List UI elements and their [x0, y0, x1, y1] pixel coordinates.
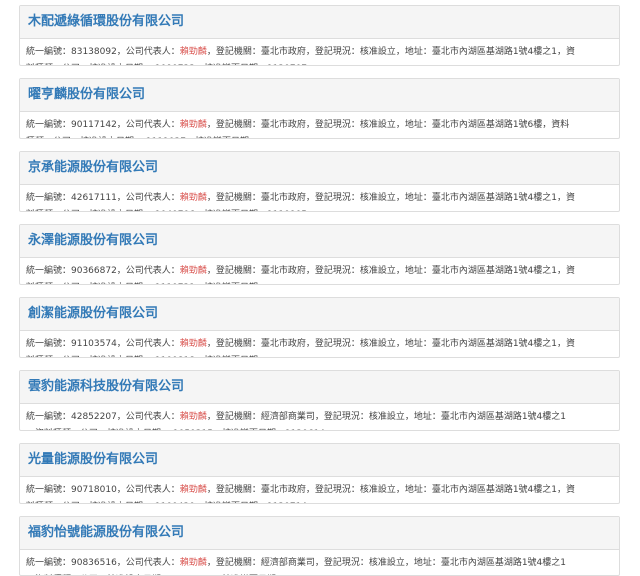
- company-info-prefix: 統一編號：90718010，公司代表人：: [26, 485, 180, 495]
- company-card-header: 曜亨麟股份有限公司: [20, 79, 619, 112]
- company-name-link[interactable]: 雲豹能源科技股份有限公司: [28, 371, 184, 403]
- company-card: 光量能源股份有限公司統一編號：90718010，公司代表人：賴勁麟，登記機關：臺…: [19, 443, 620, 504]
- company-card-header: 京承能源股份有限公司: [20, 152, 619, 185]
- company-info: 統一編號：90836516，公司代表人：賴勁麟，登記機關：經濟部商業司，登記現況…: [20, 550, 619, 575]
- representative-name: 賴勁麟: [179, 266, 207, 276]
- company-info: 統一編號：90117142，公司代表人：賴勁麟，登記機關：臺北市政府，登記現況：…: [20, 112, 619, 138]
- company-info-suffix: ，登記機關：臺北市政府，登記現況：核准設立，地址：臺北市內湖區基湖路1號4樓之1…: [206, 193, 576, 203]
- company-name-link[interactable]: 創潔能源股份有限公司: [28, 298, 158, 330]
- company-info-line-2: 料種類：公司，核准設立日期 ：1110721，核准變更日期：: [26, 280, 613, 284]
- company-info-line-1: 統一編號：90718010，公司代表人：賴勁麟，登記機關：臺北市政府，登記現況：…: [26, 482, 613, 499]
- company-info: 統一編號：83138092，公司代表人：賴勁麟，登記機關：臺北市政府，登記現況：…: [20, 39, 619, 65]
- company-info-suffix: ，登記機關：臺北市政府，登記現況：核准設立，地址：臺北市內湖區基湖路1號4樓之1…: [206, 485, 576, 495]
- company-info: 統一編號：90718010，公司代表人：賴勁麟，登記機關：臺北市政府，登記現況：…: [20, 477, 619, 503]
- company-card-header: 福豹怡號能源股份有限公司: [20, 517, 619, 550]
- company-card: 雲豹能源科技股份有限公司統一編號：42852207，公司代表人：賴勁麟，登記機關…: [19, 370, 620, 431]
- company-info-prefix: 統一編號：90117142，公司代表人：: [26, 120, 180, 130]
- company-info-suffix: ，登記機關：經濟部商業司，登記現況：核准設立，地址：臺北市內湖區基湖路1號4樓之…: [206, 412, 567, 422]
- company-card: 曜亨麟股份有限公司統一編號：90117142，公司代表人：賴勁麟，登記機關：臺北…: [19, 78, 620, 139]
- company-info-line-2: 料種類：公司，核准設立日期 ：1090723，核准變更日期：1120707: [26, 61, 613, 65]
- company-name-link[interactable]: 木配遞綠循環股份有限公司: [28, 6, 184, 38]
- company-card: 永澤能源股份有限公司統一編號：90366872，公司代表人：賴勁麟，登記機關：臺…: [19, 224, 620, 285]
- company-info: 統一編號：91103574，公司代表人：賴勁麟，登記機關：臺北市政府，登記現況：…: [20, 331, 619, 357]
- company-card-header: 創潔能源股份有限公司: [20, 298, 619, 331]
- company-card-header: 雲豹能源科技股份有限公司: [20, 371, 619, 404]
- company-info-line-1: 統一編號：90366872，公司代表人：賴勁麟，登記機關：臺北市政府，登記現況：…: [26, 263, 613, 280]
- representative-name: 賴勁麟: [179, 193, 207, 203]
- company-info-prefix: 統一編號：91103574，公司代表人：: [26, 339, 180, 349]
- company-card-header: 木配遞綠循環股份有限公司: [20, 6, 619, 39]
- company-info: 統一編號：90366872，公司代表人：賴勁麟，登記機關：臺北市政府，登記現況：…: [20, 258, 619, 284]
- company-info-line-1: 統一編號：42852207，公司代表人：賴勁麟，登記機關：經濟部商業司，登記現況…: [26, 409, 613, 426]
- company-info-prefix: 統一編號：90366872，公司代表人：: [26, 266, 180, 276]
- representative-name: 賴勁麟: [179, 485, 207, 495]
- company-info-suffix: ，登記機關：臺北市政府，登記現況：核准設立，地址：臺北市內湖區基湖路1號4樓之1…: [206, 47, 576, 57]
- company-card-header: 光量能源股份有限公司: [20, 444, 619, 477]
- company-info: 統一編號：42852207，公司代表人：賴勁麟，登記機關：經濟部商業司，登記現況…: [20, 404, 619, 430]
- company-name-link[interactable]: 光量能源股份有限公司: [28, 444, 158, 476]
- company-info-line-2: 料種類：公司，核准設立日期 ：1100818，核准變更日期：: [26, 353, 613, 357]
- company-card: 木配遞綠循環股份有限公司統一編號：83138092，公司代表人：賴勁麟，登記機關…: [19, 5, 620, 66]
- representative-name: 賴勁麟: [179, 412, 207, 422]
- company-info-line-1: 統一編號：42617111，公司代表人：賴勁麟，登記機關：臺北市政府，登記現況：…: [26, 190, 613, 207]
- company-card: 京承能源股份有限公司統一編號：42617111，公司代表人：賴勁麟，登記機關：臺…: [19, 151, 620, 212]
- company-name-link[interactable]: 永澤能源股份有限公司: [28, 225, 158, 257]
- company-name-link[interactable]: 京承能源股份有限公司: [28, 152, 158, 184]
- company-name-link[interactable]: 曜亨麟股份有限公司: [28, 79, 145, 111]
- company-info-line-2: 種類：公司，核准設立日期 ：1111027，核准變更日期：: [26, 134, 613, 138]
- representative-name: 賴勁麟: [179, 339, 207, 349]
- company-card: 福豹怡號能源股份有限公司統一編號：90836516，公司代表人：賴勁麟，登記機關…: [19, 516, 620, 576]
- company-info-suffix: ，登記機關：臺北市政府，登記現況：核准設立，地址：臺北市內湖區基湖路1號4樓之1…: [206, 266, 576, 276]
- company-info: 統一編號：42617111，公司代表人：賴勁麟，登記機關：臺北市政府，登記現況：…: [20, 185, 619, 211]
- company-info-prefix: 統一編號：42617111，公司代表人：: [26, 193, 180, 203]
- company-card: 創潔能源股份有限公司統一編號：91103574，公司代表人：賴勁麟，登記機關：臺…: [19, 297, 620, 358]
- company-list: 木配遞綠循環股份有限公司 統一編號：83138092，公司代表人：賴勁麟，登記機關…: [0, 0, 640, 576]
- representative-name: 賴勁麟: [179, 47, 207, 57]
- company-info-suffix: ，登記機關：臺北市政府，登記現況：核准設立，地址：臺北市內湖區基湖路1號4樓之1…: [206, 339, 576, 349]
- company-info-line-2: ，資料種類：公司，核准設立日期 ：1050215，核准變更日期：1120614: [26, 426, 613, 430]
- company-info-prefix: 統一編號：42852207，公司代表人：: [26, 412, 180, 422]
- representative-name: 賴勁麟: [179, 120, 207, 130]
- company-info-line-1: 統一編號：90836516，公司代表人：賴勁麟，登記機關：經濟部商業司，登記現況…: [26, 555, 613, 572]
- company-info-line-1: 統一編號：90117142，公司代表人：賴勁麟，登記機關：臺北市政府，登記現況：…: [26, 117, 613, 134]
- company-name-link[interactable]: 福豹怡號能源股份有限公司: [28, 517, 184, 549]
- company-info-prefix: 統一編號：83138092，公司代表人：: [26, 47, 180, 57]
- company-info-line-1: 統一編號：83138092，公司代表人：賴勁麟，登記機關：臺北市政府，登記現況：…: [26, 44, 613, 61]
- company-info-suffix: ，登記機關：經濟部商業司，登記現況：核准設立，地址：臺北市內湖區基湖路1號4樓之…: [206, 558, 567, 568]
- company-info-line-2: 料種類：公司，核准設立日期 ：1100420，核准變更日期：1120714: [26, 499, 613, 503]
- company-info-prefix: 統一編號：90836516，公司代表人：: [26, 558, 180, 568]
- company-info-suffix: ，登記機關：臺北市政府，登記現況：核准設立，地址：臺北市內湖區基湖路1號6樓，資…: [206, 120, 570, 130]
- company-card-header: 永澤能源股份有限公司: [20, 225, 619, 258]
- representative-name: 賴勁麟: [179, 558, 207, 568]
- company-info-line-2: ，資料種類：公司，核准設立日期 ：1100318，核准變更日期：1120111: [26, 572, 613, 575]
- company-info-line-2: 料種類：公司，核准設立日期 ：1040706，核准變更日期：1110905: [26, 207, 613, 211]
- company-info-line-1: 統一編號：91103574，公司代表人：賴勁麟，登記機關：臺北市政府，登記現況：…: [26, 336, 613, 353]
